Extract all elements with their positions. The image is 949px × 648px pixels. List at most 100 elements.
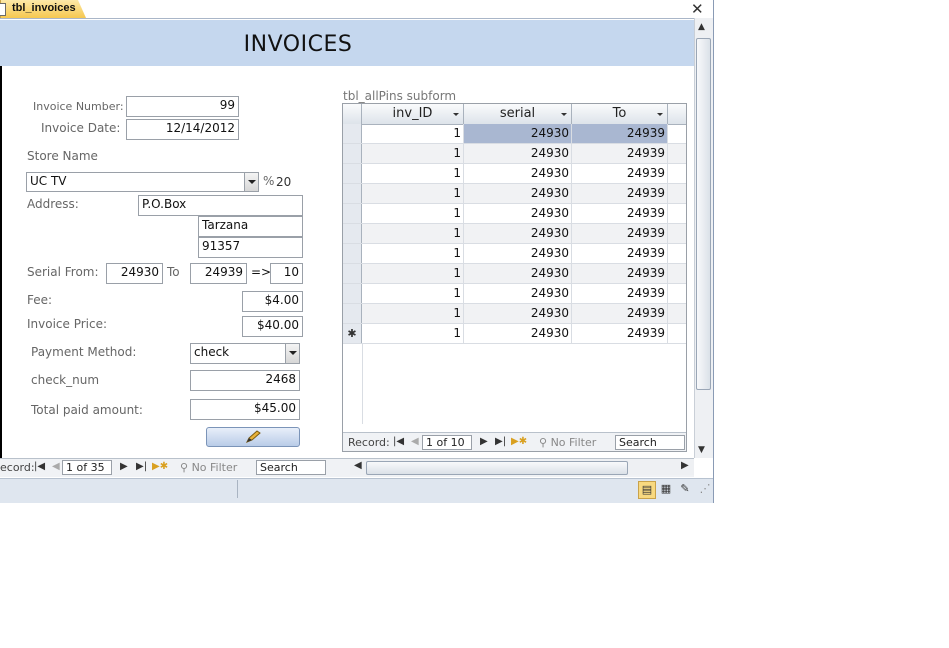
search-input[interactable]: Search — [256, 460, 326, 475]
scroll-right-icon[interactable]: ▶ — [681, 460, 689, 471]
first-record-icon[interactable]: |◀ — [34, 461, 45, 472]
close-icon[interactable]: ✕ — [691, 0, 704, 18]
previous-record-icon[interactable]: ◀ — [411, 436, 419, 447]
check-num-field[interactable]: 2468 — [190, 370, 300, 391]
table-cell[interactable]: 1 — [362, 244, 464, 263]
chevron-down-icon[interactable] — [244, 173, 258, 191]
table-row[interactable]: 1 24930 24939 — [343, 164, 686, 184]
table-cell[interactable]: 1 — [362, 224, 464, 243]
table-row[interactable]: 1 24930 24939 — [343, 124, 686, 144]
table-row[interactable]: 1 24930 24939 — [343, 144, 686, 164]
horizontal-scroll-thumb[interactable] — [366, 461, 628, 475]
table-cell[interactable]: 24930 — [464, 224, 572, 243]
record-selector[interactable]: ✱ — [343, 324, 362, 343]
table-cell[interactable]: 24939 — [572, 244, 668, 263]
scroll-down-icon[interactable]: ▼ — [698, 445, 705, 455]
table-cell[interactable]: 24939 — [572, 284, 668, 303]
filter-indicator[interactable]: ⚲ No Filter — [539, 436, 596, 449]
table-cell[interactable]: 24939 — [572, 264, 668, 283]
fee-field[interactable]: $4.00 — [242, 291, 303, 312]
serial-to-field[interactable]: 24939 — [190, 263, 247, 284]
table-cell[interactable]: 1 — [362, 184, 464, 203]
table-cell[interactable]: 1 — [362, 324, 464, 343]
form-view-icon[interactable]: ▤ — [638, 481, 656, 499]
record-selector[interactable] — [343, 244, 362, 263]
new-record-icon[interactable]: ▶✱ — [511, 436, 527, 447]
record-selector[interactable] — [343, 304, 362, 323]
record-selector[interactable] — [343, 184, 362, 203]
table-cell[interactable]: 1 — [362, 284, 464, 303]
table-cell[interactable]: 24939 — [572, 204, 668, 223]
table-cell[interactable]: 24939 — [572, 124, 668, 143]
new-record-icon[interactable]: ▶✱ — [152, 461, 168, 472]
record-selector[interactable] — [343, 224, 362, 243]
table-cell[interactable]: 24930 — [464, 264, 572, 283]
chevron-down-icon[interactable] — [285, 344, 299, 363]
table-row[interactable]: 1 24930 24939 — [343, 204, 686, 224]
table-row[interactable]: 1 24930 24939 — [343, 224, 686, 244]
sort-arrow-icon[interactable] — [453, 113, 459, 116]
table-cell[interactable]: 1 — [362, 124, 464, 143]
table-cell[interactable]: 24939 — [572, 224, 668, 243]
scroll-left-icon[interactable]: ◀ — [354, 460, 362, 471]
column-header-inv-id[interactable]: inv_ID — [362, 104, 464, 124]
new-record-row[interactable]: ✱ 1 24930 24939 — [343, 324, 686, 344]
last-record-icon[interactable]: ▶| — [136, 461, 147, 472]
last-record-icon[interactable]: ▶| — [495, 436, 506, 447]
table-cell[interactable]: 24930 — [464, 244, 572, 263]
record-selector[interactable] — [343, 204, 362, 223]
payment-method-combobox[interactable]: check — [190, 343, 300, 364]
record-position-field[interactable]: 1 of 35 — [62, 460, 112, 475]
column-header-to[interactable]: To — [572, 104, 668, 124]
vertical-scroll-thumb[interactable] — [696, 38, 711, 390]
select-all-corner[interactable] — [343, 104, 362, 124]
address-line1-field[interactable]: P.O.Box — [138, 195, 303, 216]
column-header-serial[interactable]: serial — [464, 104, 572, 124]
table-cell[interactable]: 24930 — [464, 184, 572, 203]
total-paid-field[interactable]: $45.00 — [190, 399, 300, 420]
table-cell[interactable]: 1 — [362, 204, 464, 223]
table-row[interactable]: 1 24930 24939 — [343, 264, 686, 284]
invoice-number-field[interactable]: 99 — [126, 96, 239, 117]
record-selector[interactable] — [343, 144, 362, 163]
table-cell[interactable]: 1 — [362, 264, 464, 283]
record-selector[interactable] — [343, 284, 362, 303]
table-row[interactable]: 1 24930 24939 — [343, 284, 686, 304]
record-selector[interactable] — [343, 124, 362, 143]
table-cell[interactable]: 24930 — [464, 324, 572, 343]
store-name-combobox[interactable]: UC TV — [26, 172, 259, 192]
table-cell[interactable]: 24930 — [464, 144, 572, 163]
table-cell[interactable]: 24939 — [572, 184, 668, 203]
previous-record-icon[interactable]: ◀ — [52, 461, 60, 472]
table-cell[interactable]: 1 — [362, 304, 464, 323]
record-position-field[interactable]: 1 of 10 — [422, 435, 472, 450]
table-cell[interactable]: 24930 — [464, 304, 572, 323]
datasheet-view-icon[interactable]: ▦ — [658, 481, 674, 497]
edit-button[interactable] — [206, 427, 300, 447]
first-record-icon[interactable]: |◀ — [393, 436, 404, 447]
invoice-price-field[interactable]: $40.00 — [242, 316, 303, 337]
table-row[interactable]: 1 24930 24939 — [343, 244, 686, 264]
table-cell[interactable]: 24939 — [572, 164, 668, 183]
table-row[interactable]: 1 24930 24939 — [343, 184, 686, 204]
search-input[interactable]: Search — [615, 435, 685, 450]
next-record-icon[interactable]: ▶ — [120, 461, 128, 472]
table-cell[interactable]: 24930 — [464, 284, 572, 303]
design-view-icon[interactable]: ✎ — [677, 481, 693, 497]
serial-count-field[interactable]: 10 — [270, 263, 303, 284]
table-cell[interactable]: 24939 — [572, 144, 668, 163]
table-cell[interactable]: 24930 — [464, 164, 572, 183]
table-cell[interactable]: 1 — [362, 164, 464, 183]
table-cell[interactable]: 24930 — [464, 204, 572, 223]
table-cell[interactable]: 1 — [362, 144, 464, 163]
table-cell[interactable]: 24930 — [464, 124, 572, 143]
record-selector[interactable] — [343, 264, 362, 283]
sort-arrow-icon[interactable] — [561, 113, 567, 116]
invoice-date-field[interactable]: 12/14/2012 — [126, 119, 239, 140]
filter-indicator[interactable]: ⚲ No Filter — [180, 461, 237, 474]
address-line3-field[interactable]: 91357 — [198, 237, 303, 258]
table-row[interactable]: 1 24930 24939 — [343, 304, 686, 324]
table-cell[interactable]: 24939 — [572, 304, 668, 323]
sort-arrow-icon[interactable] — [657, 113, 663, 116]
address-line2-field[interactable]: Tarzana — [198, 216, 303, 237]
